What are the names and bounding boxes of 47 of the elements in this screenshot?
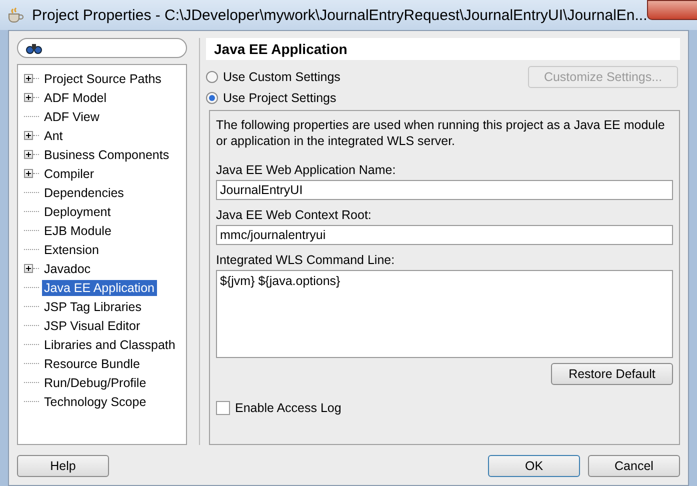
tree-item[interactable]: Dependencies [42,184,126,200]
tree-item[interactable]: ADF View [42,108,102,124]
field-label: Integrated WLS Command Line: [216,253,396,267]
search-field[interactable] [17,38,187,58]
binoculars-icon [26,42,42,54]
tree-item[interactable]: Ant [42,128,65,144]
coffee-cup-icon [6,7,24,23]
radio-option[interactable]: Use Custom Settings [206,70,340,84]
tree-item[interactable]: Deployment [42,204,113,220]
help-button[interactable]: Help [17,455,109,477]
tree-item[interactable]: Business Components [42,146,172,162]
tree-item[interactable]: JSP Visual Editor [42,318,142,334]
page-title: Java EE Application [206,38,680,60]
tree-item[interactable]: JSP Tag Libraries [42,298,144,314]
tree-item[interactable]: ADF Model [42,90,109,106]
tree-item[interactable]: Compiler [42,166,96,182]
tree-item[interactable]: Java EE Application [42,280,156,296]
text-field[interactable]: mmc/journalentryui [216,225,673,245]
tree-item[interactable]: EJB Module [42,222,114,238]
tree-item[interactable]: Technology Scope [42,394,148,410]
checkbox-label: Enable Access Log [235,401,342,415]
expand-icon[interactable] [24,264,33,273]
radio-button[interactable] [206,92,218,104]
window-title: Project Properties - C:\JDeveloper\mywork\JournalEntryRequest\JournalEntryUI\JournalEn... [32,6,648,24]
radio-option[interactable]: Use Project Settings [206,90,336,104]
checkbox[interactable] [216,401,230,415]
expand-icon[interactable] [24,74,33,83]
field-label: Java EE Web Context Root: [216,208,372,222]
command-line-field[interactable]: ${jvm} ${java.options} [216,270,673,358]
ok-button[interactable]: OK [488,455,580,477]
field-label: Java EE Web Application Name: [216,163,397,177]
expand-icon[interactable] [24,93,33,102]
expand-icon[interactable] [24,131,33,140]
expand-icon[interactable] [24,169,33,178]
tree-item[interactable]: Extension [42,242,101,258]
tree-item[interactable]: Libraries and Classpath [42,336,178,352]
tree-item[interactable]: Project Source Paths [42,70,164,86]
text-field[interactable]: JournalEntryUI [216,180,673,200]
description-text: The following properties are used when running this project as a Java EE module or application in the integrated WLS server. [216,117,666,149]
tree-item[interactable]: Run/Debug/Profile [42,374,148,390]
close-button[interactable] [647,0,697,20]
tree-item[interactable]: Javadoc [42,260,93,276]
radio-button[interactable] [206,70,218,82]
tree-item[interactable]: Resource Bundle [42,356,142,372]
expand-icon[interactable] [24,150,33,159]
cancel-button[interactable]: Cancel [588,455,680,477]
restore-default-button[interactable]: Restore Default [551,363,673,385]
